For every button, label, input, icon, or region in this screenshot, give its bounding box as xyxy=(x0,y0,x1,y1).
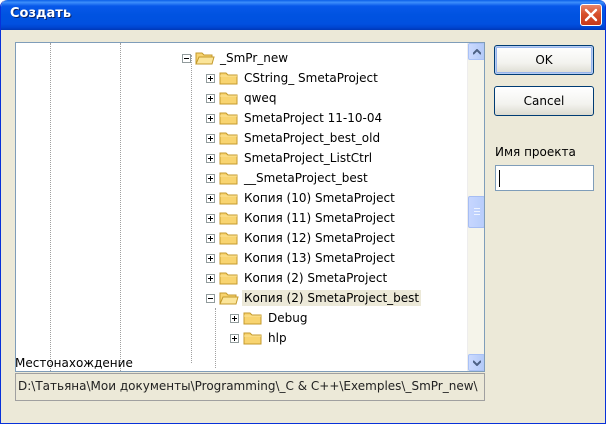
folder-icon xyxy=(219,252,238,265)
expand-icon[interactable] xyxy=(230,313,239,323)
close-icon xyxy=(584,8,598,22)
tree-item-label: Копия (12) SmetaProject xyxy=(244,231,395,245)
scroll-down-button[interactable] xyxy=(468,354,484,371)
ok-button[interactable]: OK xyxy=(494,45,594,75)
tree-item[interactable]: Копия (2) SmetaProject xyxy=(206,268,389,288)
folder-icon xyxy=(219,232,238,245)
chevron-down-icon xyxy=(473,360,481,366)
tree-item-label: __SmetaProject_best xyxy=(244,171,368,185)
expand-icon[interactable] xyxy=(206,273,215,283)
expand-icon[interactable] xyxy=(230,333,239,343)
collapse-icon[interactable] xyxy=(206,293,215,303)
tree-item-label: Копия (11) SmetaProject xyxy=(244,211,395,225)
dialog-body: _SmPr_new CString_ SmetaProject qweq Sme… xyxy=(5,30,603,420)
tree-item[interactable]: Копия (11) SmetaProject xyxy=(206,208,397,228)
expand-icon[interactable] xyxy=(206,253,215,263)
tree-item-label: SmetaProject 11-10-04 xyxy=(244,111,383,125)
chevron-up-icon xyxy=(473,49,481,55)
expand-icon[interactable] xyxy=(206,113,215,123)
close-button[interactable] xyxy=(580,4,602,26)
scroll-up-button[interactable] xyxy=(468,43,484,60)
folder-icon xyxy=(219,172,238,185)
tree-item[interactable]: SmetaProject_best_old xyxy=(206,128,382,148)
tree-item[interactable]: Debug xyxy=(230,308,309,328)
expand-icon[interactable] xyxy=(206,173,215,183)
tree-item[interactable]: Копия (13) SmetaProject xyxy=(206,248,397,268)
folder-icon xyxy=(219,112,238,125)
tree-guide-line xyxy=(120,43,121,371)
tree-item-label: Debug xyxy=(268,311,308,325)
tree-guide-line xyxy=(50,43,51,371)
folder-icon xyxy=(219,132,238,145)
expand-icon[interactable] xyxy=(206,93,215,103)
tree-item-selected[interactable]: Копия (2) SmetaProject_best xyxy=(206,288,422,308)
folder-icon xyxy=(219,272,238,285)
collapse-icon[interactable] xyxy=(182,53,191,63)
expand-icon[interactable] xyxy=(206,233,215,243)
tree-item-label: CString_ SmetaProject xyxy=(244,71,378,85)
tree-item-label: Копия (2) SmetaProject_best xyxy=(242,290,422,306)
tree-item[interactable]: SmetaProject 11-10-04 xyxy=(206,108,384,128)
tree-item-label: Копия (13) SmetaProject xyxy=(244,251,395,265)
expand-icon[interactable] xyxy=(206,153,215,163)
folder-open-icon xyxy=(195,52,215,65)
tree-item-label: Копия (10) SmetaProject xyxy=(244,191,395,205)
tree-item[interactable]: qweq xyxy=(206,88,278,108)
tree-item[interactable]: __SmetaProject_best xyxy=(206,168,370,188)
expand-icon[interactable] xyxy=(206,193,215,203)
folder-icon xyxy=(219,72,238,85)
tree-item-label: _SmPr_new xyxy=(220,51,289,65)
window-title: Создать xyxy=(10,6,72,21)
location-path-field: D:\Татьяна\Мои документы\Programming\_C … xyxy=(15,373,485,401)
folder-tree[interactable]: _SmPr_new CString_ SmetaProject qweq Sme… xyxy=(15,42,485,372)
expand-icon[interactable] xyxy=(206,133,215,143)
tree-item[interactable]: CString_ SmetaProject xyxy=(206,68,380,88)
location-label: Местонахождение xyxy=(15,356,133,370)
scroll-thumb[interactable] xyxy=(468,196,484,228)
folder-icon xyxy=(243,332,262,345)
tree-item[interactable]: SmetaProject_ListCtrl xyxy=(206,148,374,168)
tree-item[interactable]: Копия (12) SmetaProject xyxy=(206,228,397,248)
tree-item[interactable]: hlp xyxy=(230,328,289,348)
expand-icon[interactable] xyxy=(206,73,215,83)
tree-item-label: Копия (2) SmetaProject xyxy=(244,271,388,285)
tree-guide-line xyxy=(215,308,216,368)
project-name-label: Имя проекта xyxy=(495,145,576,159)
tree-scrollbar[interactable] xyxy=(467,43,484,371)
cancel-button[interactable]: Cancel xyxy=(494,86,594,116)
folder-icon xyxy=(219,152,238,165)
tree-item-label: hlp xyxy=(268,331,287,345)
tree-item-label: SmetaProject_ListCtrl xyxy=(244,151,373,165)
text-caret xyxy=(499,170,500,187)
folder-icon xyxy=(219,192,238,205)
create-dialog: Создать _SmPr_new CString_ SmetaProject … xyxy=(0,0,606,424)
expand-icon[interactable] xyxy=(206,213,215,223)
tree-item[interactable]: Копия (10) SmetaProject xyxy=(206,188,397,208)
tree-item-label: SmetaProject_best_old xyxy=(244,131,381,145)
folder-icon xyxy=(243,312,262,325)
folder-open-icon xyxy=(219,292,239,305)
project-name-input[interactable] xyxy=(495,165,594,191)
tree-guide-line xyxy=(191,55,192,363)
title-bar[interactable]: Создать xyxy=(1,0,605,30)
tree-root-item[interactable]: _SmPr_new xyxy=(182,48,290,68)
folder-icon xyxy=(219,212,238,225)
tree-item-label: qweq xyxy=(244,91,277,105)
folder-icon xyxy=(219,92,238,105)
